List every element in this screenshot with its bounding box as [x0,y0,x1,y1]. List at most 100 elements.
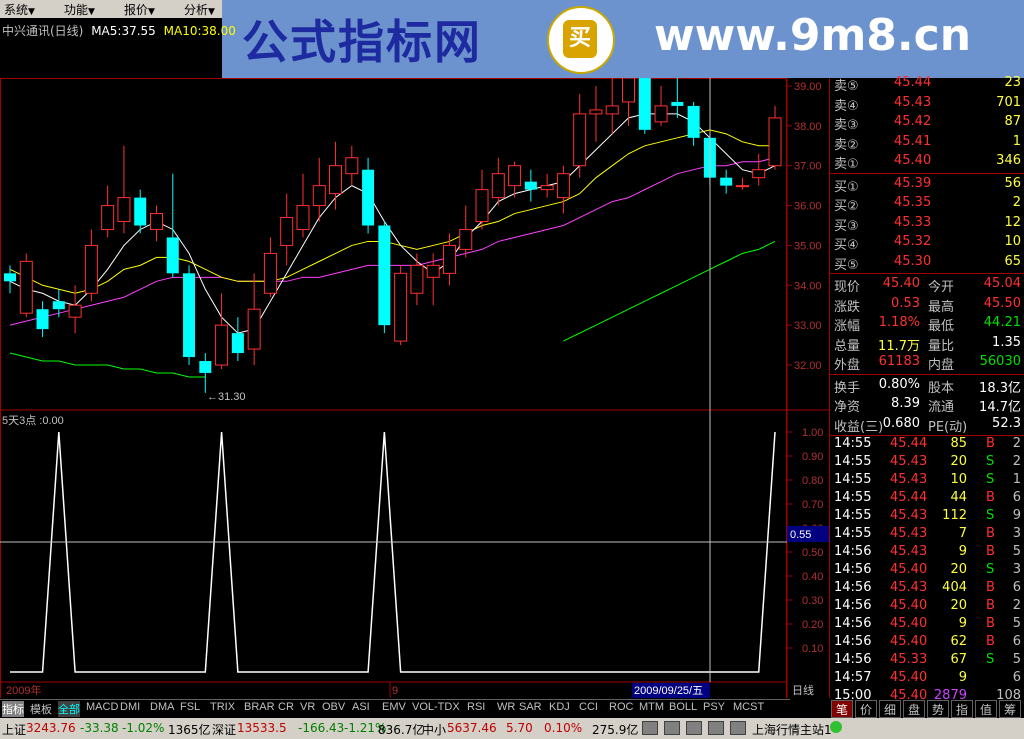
tick-row: 14:55 45.44 85 B 2 [830,435,1024,453]
tick-time: 14:55 [834,472,872,487]
rtab-0[interactable]: 笔 [831,700,853,718]
candle-body [735,185,749,188]
tick-volume: 20 [950,598,967,613]
tab-asi[interactable]: ASI [352,701,370,713]
ask-label: 卖④ [834,98,859,114]
tick-volume: 20 [950,454,967,469]
tick-row: 14:56 45.40 20 B 2 [830,597,1024,615]
candle-body [459,228,473,250]
rtab-5[interactable]: 指 [951,700,973,718]
candle-body [442,244,456,274]
fund-row: 换手 0.80% 股本 18.3亿 [830,376,1024,396]
tick-side: B [986,526,995,541]
news-icon[interactable] [686,721,702,735]
date-start: 2009年 [6,683,41,697]
tab-cci[interactable]: CCI [579,701,598,713]
monitor-icon[interactable] [642,721,658,735]
bid-row: 买⑤ 45.30 65 [830,253,1024,273]
tick-row: 14:55 45.43 112 S 9 [830,507,1024,525]
tick-price: 45.43 [890,508,928,523]
stock-title: 中兴通讯(日线) [2,24,84,38]
tick-volume: 9 [958,670,967,685]
kline-chart[interactable]: 39.00 38.00 37.00 36.00 35.00 34.00 33.00 32.00… [0,78,829,698]
tab-trix[interactable]: TRIX [210,701,235,713]
server-name[interactable]: 上海行情主站1 [752,721,832,738]
rtab-7[interactable]: 筹 [999,700,1021,718]
tab-emv[interactable]: EMV [382,701,406,713]
tick-row: 14:55 45.43 10 S 1 [830,471,1024,489]
tab-cr[interactable]: CR [278,701,294,713]
rtab-4[interactable]: 势 [927,700,949,718]
tab-fsl[interactable]: FSL [180,701,200,713]
candle-body [247,308,261,350]
tick-price: 45.43 [890,580,928,595]
tab-模板[interactable]: 模板 [30,701,52,717]
tab-rsi[interactable]: RSI [467,701,485,713]
ma60-line [9,352,206,378]
fund-label: 收益(三) [834,419,884,435]
candle-body [296,205,310,230]
rtab-3[interactable]: 盘 [903,700,925,718]
stat-value: 0.53 [891,295,920,311]
tick-time: 14:56 [834,544,872,559]
chart-frame [0,78,787,698]
ask-row: 卖③ 45.42 87 [830,113,1024,133]
tab-macd[interactable]: MACD [86,701,118,713]
bid-label: 买④ [834,238,859,253]
connection-icon [830,721,842,733]
ind-tick-label: 1.00 [802,427,823,439]
rtab-6[interactable]: 值 [975,700,997,718]
stat-label: 最低 [928,319,955,334]
tick-price: 45.43 [890,526,928,541]
tab-boll[interactable]: BOLL [669,701,697,713]
tick-side: B [986,490,995,505]
ind-tick-label: 0.10 [802,643,823,655]
tick-time: 14:56 [834,562,872,577]
fund-label: 流通 [928,400,955,415]
tab-dma[interactable]: DMA [150,701,174,713]
tab-obv[interactable]: OBV [322,701,345,713]
tab-mcst[interactable]: MCST [733,701,764,713]
menu-quote[interactable]: 报价▼ [124,1,155,18]
tick-volume: 10 [950,472,967,487]
candle-body [378,225,391,326]
rtab-1[interactable]: 价 [855,700,877,718]
tick-price: 45.40 [890,634,928,649]
rtab-2[interactable]: 细 [879,700,901,718]
ask-price: 45.41 [894,133,932,149]
tab-psy[interactable]: PSY [703,701,725,713]
tab-sar[interactable]: SAR [519,701,542,713]
alert-icon[interactable] [664,721,680,735]
calc-icon[interactable] [708,721,724,735]
tick-volume: 20 [950,562,967,577]
tick-volume: 67 [950,652,967,667]
tab-全部[interactable]: 全部 [58,701,80,717]
ma20-line [9,157,776,326]
help-icon[interactable] [730,721,746,735]
tab-kdj[interactable]: KDJ [549,701,570,713]
tick-side: S [986,508,995,523]
panel-separator [830,273,1024,274]
stat-row: 总量 11.7万 量比 1.35 [830,334,1024,354]
tab-vol-tdx[interactable]: VOL-TDX [412,701,460,713]
tab-指标[interactable]: 指标 [2,701,24,717]
menu-analysis[interactable]: 分析▼ [184,1,215,18]
tab-mtm[interactable]: MTM [639,701,664,713]
stat-label: 涨幅 [834,319,861,334]
menu-system[interactable]: 系统▼ [4,1,35,18]
tab-brar[interactable]: BRAR [244,701,275,713]
tab-dmi[interactable]: DMI [120,701,140,713]
indicator-tabs: 指标 模板 全部 MACD DMI DMA FSL TRIX BRAR CR VR OBV ASI EMV… [0,699,790,717]
ask-volume: 23 [1004,75,1021,90]
y-tick-label: 36.00 [794,201,822,213]
tab-wr[interactable]: WR [497,701,515,713]
tick-count: 9 [1012,508,1021,523]
candle-body [19,260,33,314]
ind-tick-label: 0.20 [802,619,823,631]
tab-roc[interactable]: ROC [609,701,633,713]
candle-body [394,272,408,342]
menu-function[interactable]: 功能▼ [64,1,95,18]
bid-volume: 56 [1004,175,1021,191]
tab-vr[interactable]: VR [300,701,315,713]
chart-legend: 中兴通讯(日线) MA5:37.55 MA10:38.00 [2,22,236,39]
